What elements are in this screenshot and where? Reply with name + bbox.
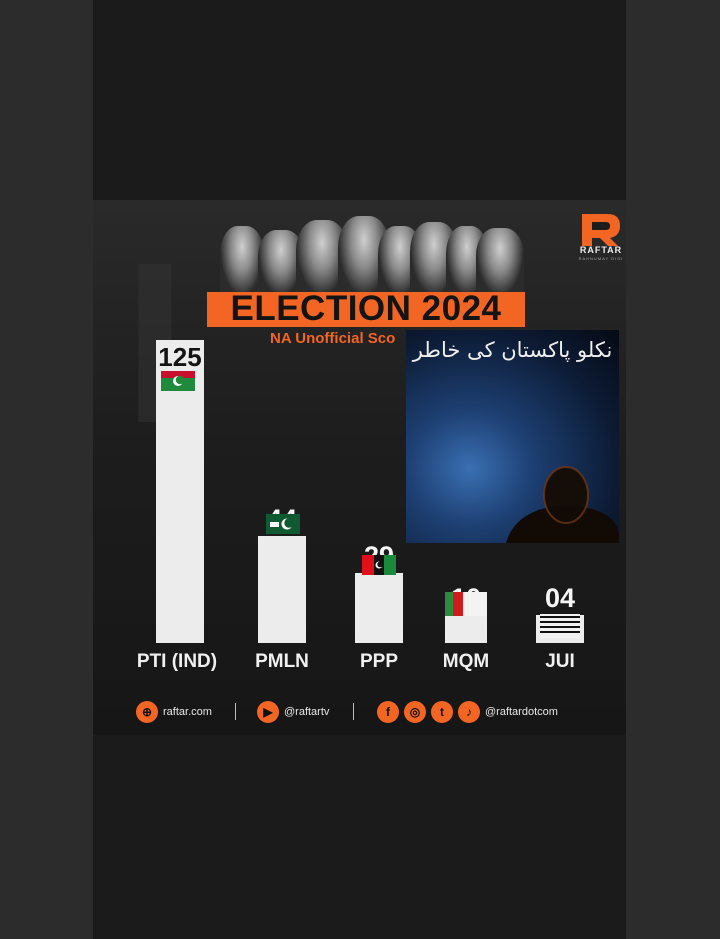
bar-pmln (258, 536, 306, 643)
youtube-link[interactable]: ▶ @raftartv (257, 700, 329, 724)
category-label: PTI (IND) (136, 651, 218, 672)
brand-tagline: RAHNUMAY DIGI (578, 256, 624, 261)
website-link[interactable]: ⊕ raftar.com (136, 700, 212, 724)
footer-divider (353, 703, 354, 720)
youtube-icon: ▶ (257, 701, 279, 723)
social-handle: @raftardotcom (485, 706, 558, 718)
footer-divider (235, 703, 236, 720)
social-links[interactable]: f ◎ t ♪ @raftardotcom (377, 700, 558, 724)
tiktok-icon[interactable]: ♪ (458, 701, 480, 723)
jui-flag-icon (540, 614, 580, 638)
value-label: 04 (544, 583, 576, 613)
bar-mqm (445, 615, 487, 643)
website-text: raftar.com (163, 706, 212, 718)
brand-name: RAFTAR (579, 245, 623, 255)
chart-subtitle: NA Unofficial Sco (270, 330, 396, 347)
pti-flag-icon (161, 371, 195, 391)
portrait-8 (476, 228, 524, 296)
instagram-icon[interactable]: ◎ (404, 701, 426, 723)
urdu-slogan: نکلو پاکستان کی خاطر (412, 338, 613, 362)
politician-portraits (210, 214, 530, 296)
value-label: 125 (158, 342, 202, 372)
page-title: ELECTION 2024 (230, 289, 502, 328)
category-label: JUI (545, 651, 575, 672)
pmln-flag-icon (266, 514, 300, 534)
mqm-flag-icon (445, 592, 487, 616)
bar-ppp (355, 572, 403, 643)
youtube-handle: @raftartv (284, 706, 330, 718)
left-margin (0, 0, 93, 939)
globe-icon: ⊕ (136, 701, 158, 723)
twitter-icon[interactable]: t (431, 701, 453, 723)
right-margin (626, 0, 720, 939)
ppp-flag-icon (362, 555, 396, 575)
inset-photo: نکلو پاکستان کی خاطر (406, 330, 619, 543)
facebook-icon[interactable]: f (377, 701, 399, 723)
